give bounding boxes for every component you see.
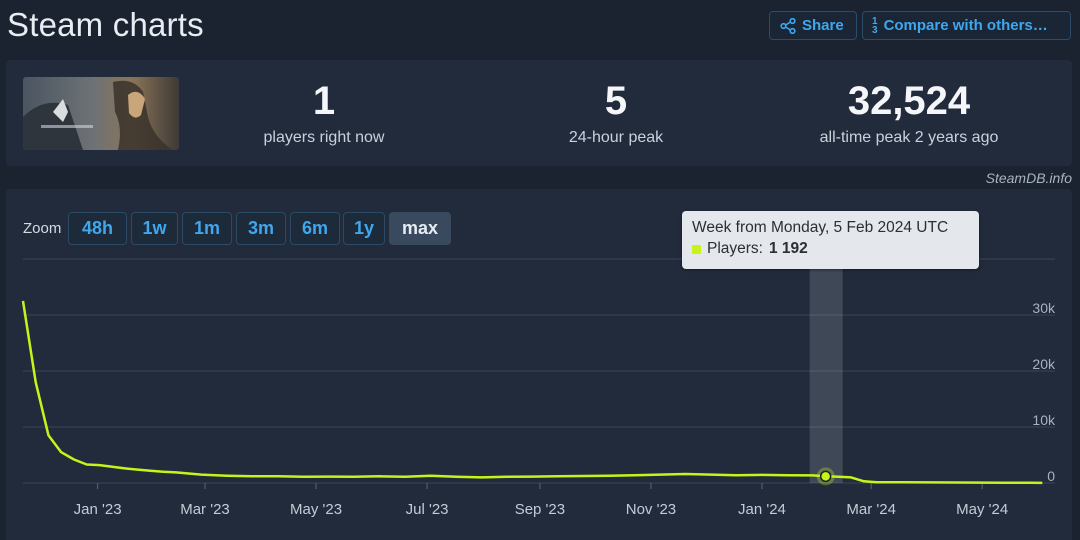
- series-color-swatch: [692, 244, 701, 254]
- x-tick-label: Mar '24: [846, 501, 896, 518]
- tooltip-title: Week from Monday, 5 Feb 2024 UTC: [692, 219, 949, 236]
- y-tick-label: 10k: [1032, 412, 1056, 428]
- x-tick-label: Jul '23: [406, 501, 449, 518]
- x-tick-label: Mar '23: [180, 501, 230, 518]
- tooltip-value: 1 192: [769, 240, 808, 257]
- y-tick-label: 20k: [1032, 356, 1056, 372]
- tooltip-series-label: Players:: [707, 240, 763, 257]
- series-line-players: [21, 300, 1043, 485]
- y-tick-label: 30k: [1032, 300, 1056, 316]
- chart-tooltip: Week from Monday, 5 Feb 2024 UTC Players…: [682, 211, 979, 269]
- y-tick-label: 0: [1047, 468, 1055, 484]
- x-tick-label: May '23: [290, 501, 342, 518]
- x-tick-label: May '24: [956, 501, 1008, 518]
- player-count-chart[interactable]: 0 10k 20k 30k Jan '23 Mar '23 May '23 Jul '23 Se…: [0, 0, 1080, 540]
- hover-highlight-band: [809, 259, 843, 483]
- x-tick-label: Jan '24: [738, 501, 786, 518]
- hover-data-point: [819, 470, 832, 483]
- x-tick-label: Jan '23: [74, 501, 122, 518]
- x-tick-label: Nov '23: [626, 501, 676, 518]
- x-tick-label: Sep '23: [515, 501, 565, 518]
